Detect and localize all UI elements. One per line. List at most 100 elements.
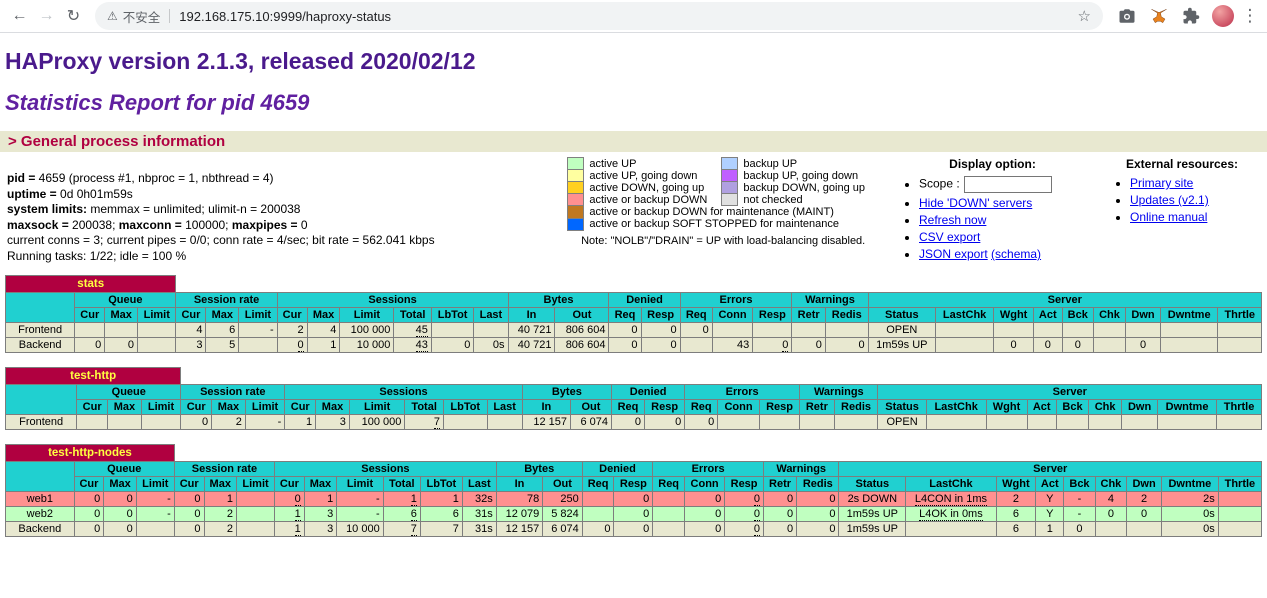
column-header-dwn: Dwn bbox=[1127, 476, 1162, 491]
cell: 31s bbox=[462, 506, 496, 521]
screenshot-camera-icon[interactable] bbox=[1116, 5, 1138, 27]
cell bbox=[834, 414, 878, 429]
column-header-last: Last bbox=[462, 476, 496, 491]
link-primary-site[interactable]: Primary site bbox=[1130, 176, 1193, 190]
legend-swatch-backup-down-going-up bbox=[722, 182, 738, 194]
cell: 1 bbox=[275, 521, 305, 536]
cell bbox=[1093, 322, 1125, 337]
group-header-server: Server bbox=[839, 461, 1262, 476]
cell bbox=[825, 322, 868, 337]
page-subtitle: Statistics Report for pid 4659 bbox=[5, 90, 1262, 116]
legend-swatch-backup-up bbox=[722, 158, 738, 170]
address-bar[interactable]: ⚠ 不安全 192.168.175.10:9999/haproxy-status… bbox=[95, 2, 1103, 30]
display-option-item: Hide 'DOWN' servers bbox=[919, 196, 1090, 210]
legend-note: Note: "NOLB"/"DRAIN" = UP with load-bala… bbox=[567, 235, 879, 247]
column-header-limit: Limit bbox=[340, 307, 394, 322]
cell: 0 bbox=[685, 491, 725, 506]
column-header-lastchk: LastChk bbox=[926, 399, 986, 414]
display-option-item: CSV export bbox=[919, 230, 1090, 244]
cell bbox=[986, 414, 1027, 429]
column-header-cur: Cur bbox=[74, 476, 104, 491]
group-header-sessions: Sessions bbox=[277, 292, 508, 307]
group-header-session-rate: Session rate bbox=[174, 461, 274, 476]
column-header-status: Status bbox=[868, 307, 935, 322]
cell: 0 bbox=[725, 506, 764, 521]
column-header-total: Total bbox=[383, 476, 420, 491]
cell bbox=[1217, 414, 1262, 429]
legend-swatch-active-up-going-down bbox=[568, 170, 584, 182]
cell: OPEN bbox=[868, 322, 935, 337]
link-online-manual[interactable]: Online manual bbox=[1130, 210, 1207, 224]
process-info-line: current conns = 3; current pipes = 0/0; … bbox=[7, 233, 551, 249]
row-name: web2 bbox=[6, 506, 75, 521]
cell: 2s DOWN bbox=[839, 491, 906, 506]
row-name: Frontend bbox=[6, 414, 77, 429]
back-icon[interactable]: ← bbox=[6, 7, 33, 25]
proxy-name-link[interactable]: test-http bbox=[6, 367, 181, 384]
forward-icon[interactable]: → bbox=[33, 7, 60, 25]
column-header-bck: Bck bbox=[1056, 399, 1088, 414]
column-header-cur: Cur bbox=[181, 399, 212, 414]
link-refresh-now[interactable]: Refresh now bbox=[919, 213, 986, 227]
browser-menu-icon[interactable]: ⋮ bbox=[1239, 6, 1261, 26]
cell: 0 bbox=[644, 414, 684, 429]
scope-input[interactable] bbox=[964, 176, 1052, 193]
cell: 0 bbox=[277, 337, 307, 352]
link-updates-v2-1[interactable]: Updates (v2.1) bbox=[1130, 193, 1209, 207]
stats-table-test-http-nodes: test-http-nodes QueueSession rateSession… bbox=[5, 444, 1262, 537]
link-json-schema[interactable]: (schema) bbox=[991, 247, 1041, 261]
legend-swatch-active-up bbox=[568, 158, 584, 170]
column-header-limit: Limit bbox=[245, 399, 285, 414]
column-header-max: Max bbox=[316, 399, 350, 414]
cell bbox=[1027, 414, 1056, 429]
proxy-name-link[interactable]: stats bbox=[6, 275, 176, 292]
cell: 6 bbox=[383, 506, 420, 521]
profile-avatar[interactable] bbox=[1212, 5, 1234, 27]
column-header-cur: Cur bbox=[277, 307, 307, 322]
column-header-wght: Wght bbox=[996, 476, 1035, 491]
cell: 1m59s UP bbox=[839, 521, 906, 536]
cell: 0 bbox=[614, 491, 653, 506]
proxy-name-link[interactable]: test-http-nodes bbox=[6, 444, 175, 461]
column-header-total: Total bbox=[394, 307, 431, 322]
external-resource-item: Primary site bbox=[1130, 176, 1258, 190]
column-header-bck: Bck bbox=[1062, 307, 1093, 322]
cell: 0 bbox=[75, 337, 105, 352]
link-json-export[interactable]: JSON export bbox=[919, 247, 988, 261]
cell: L4OK in 0ms bbox=[906, 506, 997, 521]
omnibox-divider bbox=[169, 9, 170, 23]
cell: 0 bbox=[181, 414, 212, 429]
cell: 1 bbox=[285, 414, 316, 429]
bookmark-star-icon[interactable]: ☆ bbox=[1078, 7, 1091, 25]
cell: 0 bbox=[614, 521, 653, 536]
cell: 10 000 bbox=[340, 337, 394, 352]
legend-label: active UP bbox=[584, 158, 722, 170]
legend-label: active or backup SOFT STOPPED for mainte… bbox=[584, 218, 879, 230]
page-title[interactable]: HAProxy version 2.1.3, released 2020/02/… bbox=[5, 48, 1262, 75]
cell bbox=[1127, 521, 1162, 536]
external-resource-item: Updates (v2.1) bbox=[1130, 193, 1258, 207]
cell: 4 bbox=[1095, 491, 1127, 506]
reload-icon[interactable]: ↻ bbox=[60, 6, 87, 26]
cell: 0 bbox=[797, 521, 839, 536]
column-header-redis: Redis bbox=[825, 307, 868, 322]
link-hide-down-servers[interactable]: Hide 'DOWN' servers bbox=[919, 196, 1032, 210]
cell: 3 bbox=[304, 521, 336, 536]
column-header-chk: Chk bbox=[1093, 307, 1125, 322]
extensions-puzzle-icon[interactable] bbox=[1180, 5, 1202, 27]
cell: 806 604 bbox=[555, 322, 609, 337]
link-csv-export[interactable]: CSV export bbox=[919, 230, 980, 244]
metamask-fox-icon[interactable] bbox=[1148, 5, 1170, 27]
not-secure-label[interactable]: 不安全 bbox=[123, 7, 161, 26]
cell: 0 bbox=[74, 491, 104, 506]
cell: 0 bbox=[797, 506, 839, 521]
cell bbox=[1034, 322, 1063, 337]
group-header-queue: Queue bbox=[74, 461, 174, 476]
column-header-resp: Resp bbox=[725, 476, 764, 491]
cell bbox=[1218, 337, 1262, 352]
cell bbox=[1093, 337, 1125, 352]
group-header-bytes: Bytes bbox=[508, 292, 609, 307]
column-header-in: In bbox=[508, 307, 555, 322]
cell: 0 bbox=[685, 414, 718, 429]
url-text[interactable]: 192.168.175.10:9999/haproxy-status bbox=[179, 9, 391, 24]
